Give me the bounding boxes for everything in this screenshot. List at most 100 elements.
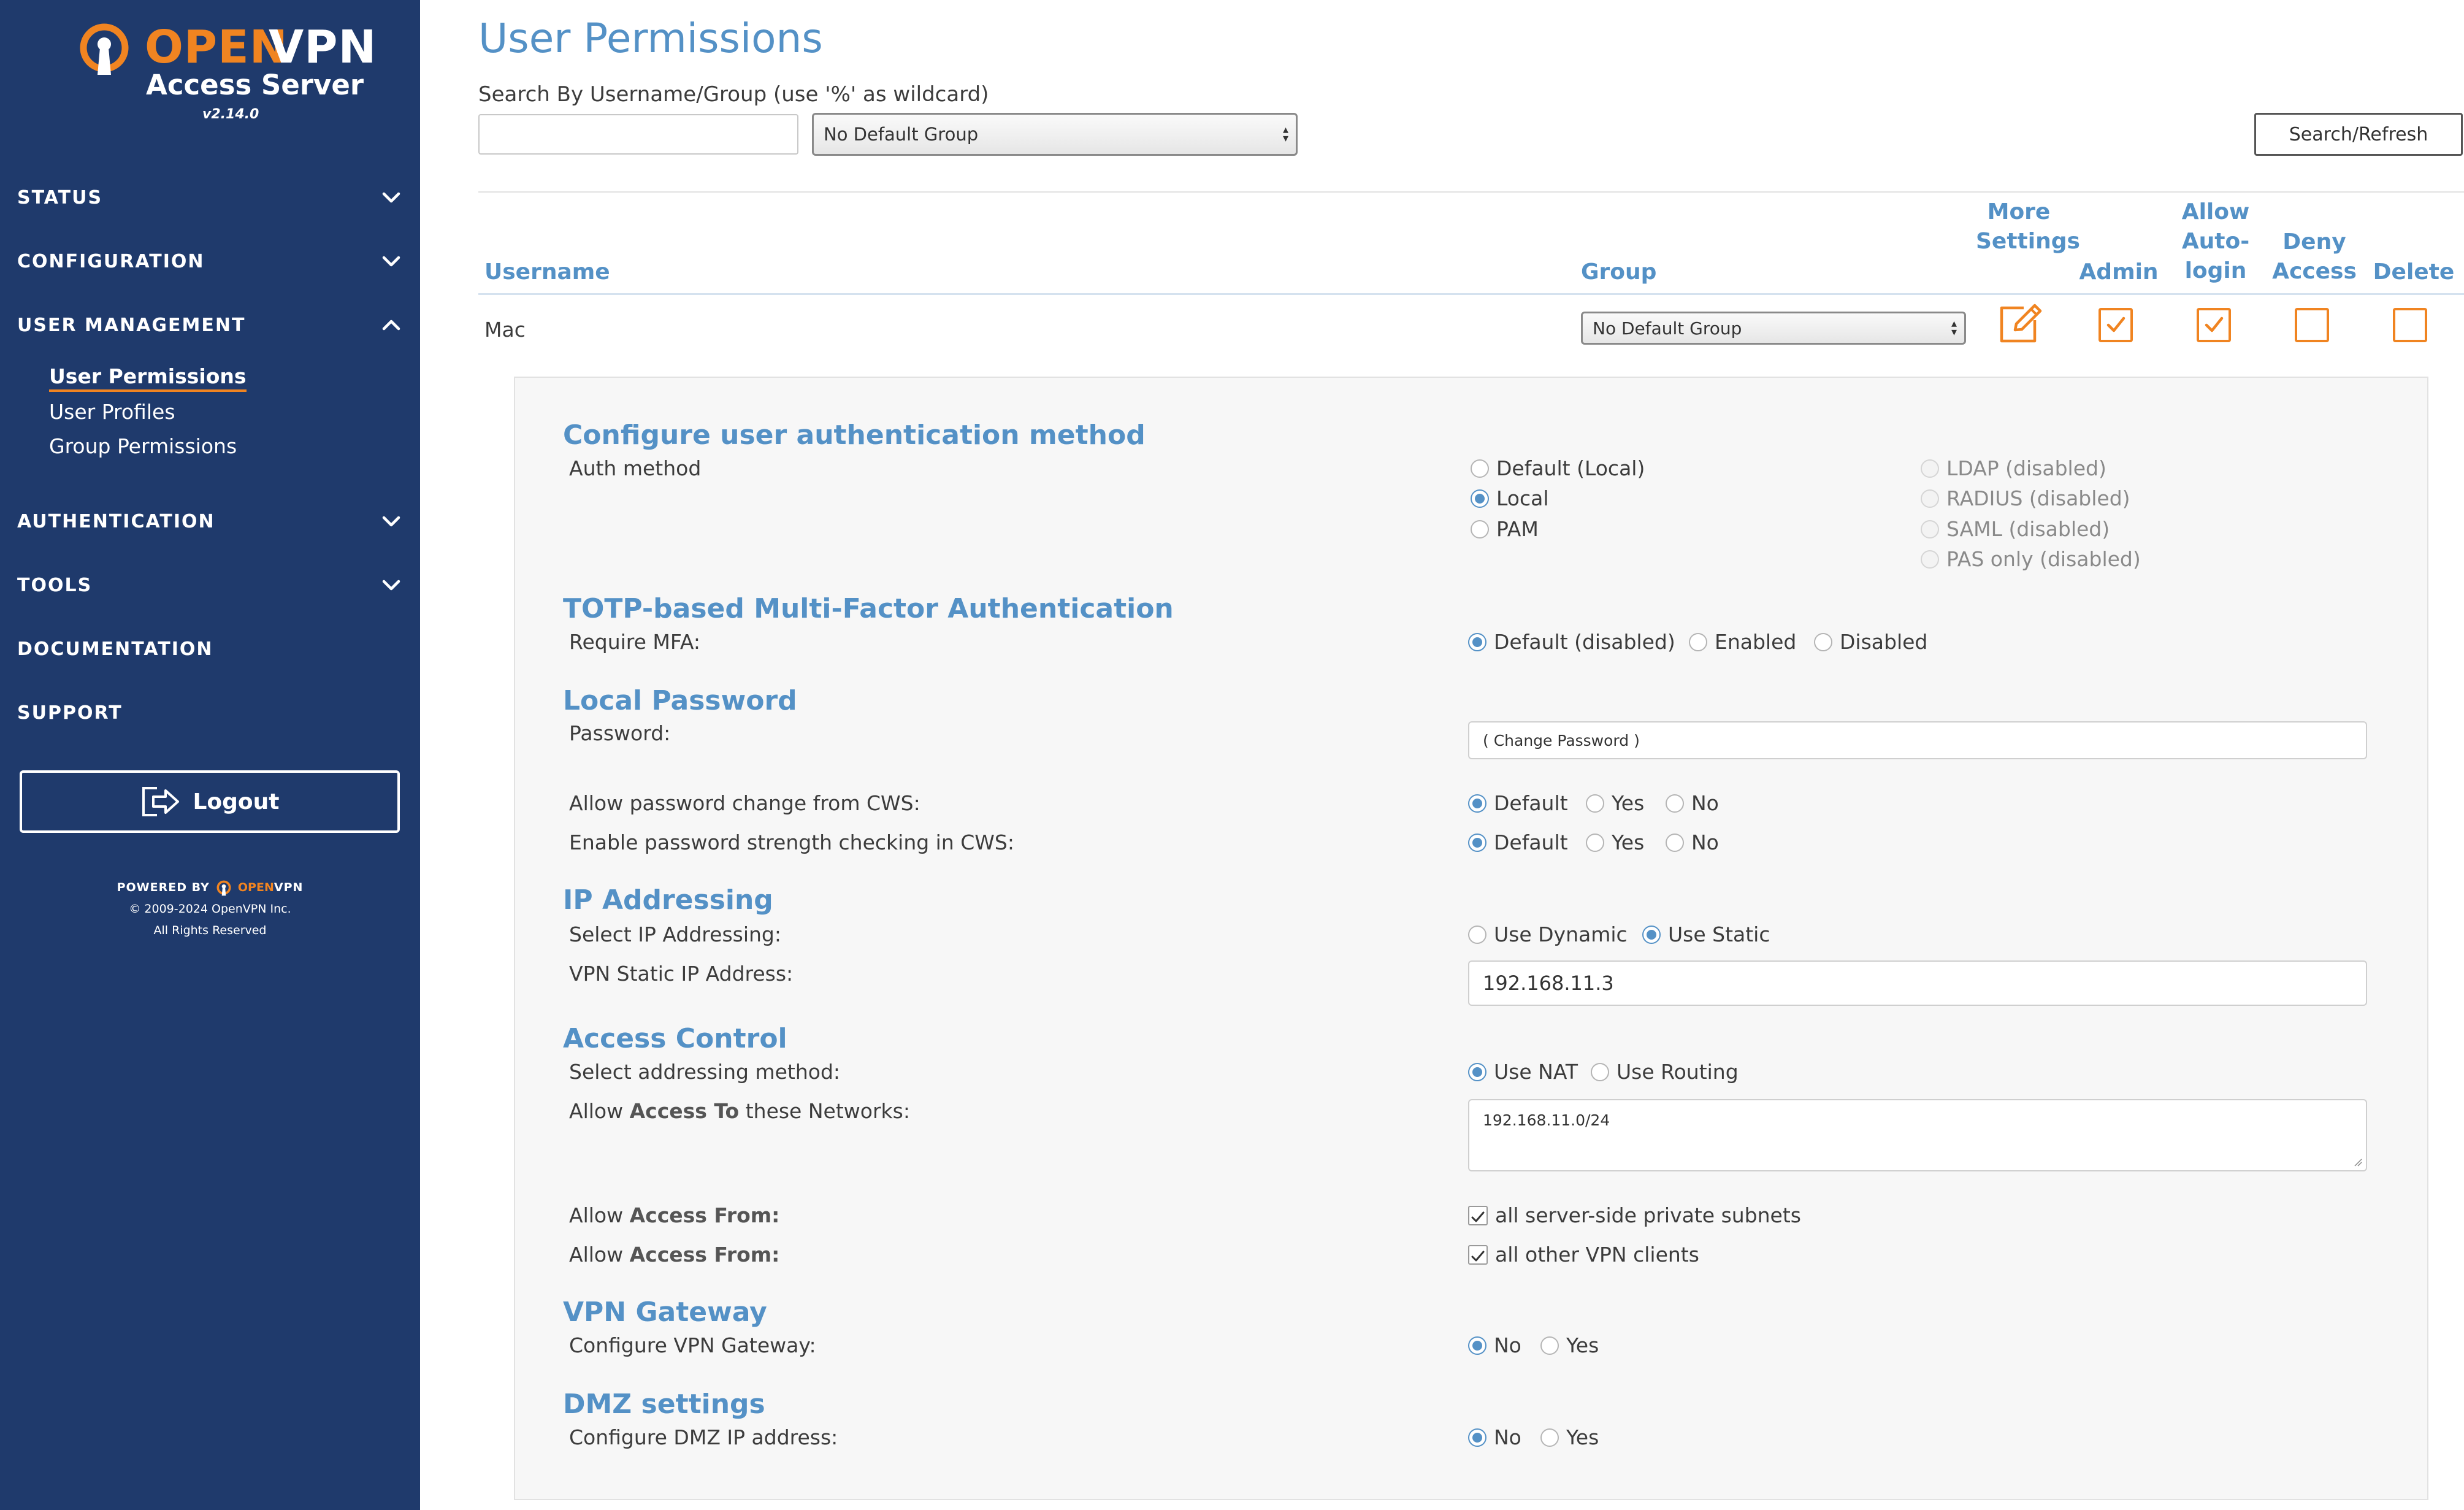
cws-change-label: Allow password change from CWS: bbox=[569, 791, 920, 815]
row-group-select[interactable]: No Default Group ▴ ▾ bbox=[1581, 312, 1966, 345]
logout-icon bbox=[142, 787, 180, 816]
radio-disabled bbox=[1921, 519, 1939, 538]
chevron-up-icon bbox=[382, 320, 400, 331]
option-label: Use Dynamic bbox=[1494, 922, 1628, 946]
cws-change-yes[interactable]: Yes bbox=[1586, 791, 1644, 815]
column-header-admin: Admin bbox=[2079, 259, 2159, 285]
cws-strength-default[interactable]: Default bbox=[1468, 830, 1568, 854]
mfa-option-enabled[interactable]: Enabled bbox=[1689, 630, 1796, 654]
footer-brand-vpn: VPN bbox=[274, 881, 304, 894]
option-label: Use Routing bbox=[1617, 1060, 1739, 1084]
cws-strength-no[interactable]: No bbox=[1666, 830, 1719, 854]
cws-strength-yes[interactable]: Yes bbox=[1586, 830, 1644, 854]
cws-change-no[interactable]: No bbox=[1666, 791, 1719, 815]
nav-tools[interactable]: TOOLS bbox=[17, 567, 404, 604]
ip-option-static[interactable]: Use Static bbox=[1642, 922, 1770, 946]
table-header-divider bbox=[478, 293, 2464, 295]
nav-documentation[interactable]: DOCUMENTATION bbox=[17, 630, 404, 667]
radio bbox=[1689, 632, 1707, 651]
sidebar: OPEN VPN Access Server v2.14.0 STATUS CO… bbox=[0, 0, 420, 1510]
auth-option-label: PAM bbox=[1496, 517, 1539, 541]
auth-option-pam[interactable]: PAM bbox=[1471, 517, 1539, 541]
radio-selected bbox=[1468, 632, 1486, 651]
nav-user-management-label: USER MANAGEMENT bbox=[17, 314, 246, 336]
radio bbox=[1814, 632, 1832, 651]
admin-checkbox[interactable] bbox=[2099, 308, 2133, 342]
radio bbox=[1586, 833, 1604, 852]
deny-access-checkbox[interactable] bbox=[2295, 308, 2329, 342]
access-option-nat[interactable]: Use NAT bbox=[1468, 1060, 1578, 1084]
radio bbox=[1468, 925, 1486, 944]
static-ip-value: 192.168.11.3 bbox=[1483, 972, 1614, 995]
radio-selected bbox=[1468, 1428, 1486, 1447]
row-group-value: No Default Group bbox=[1593, 318, 1742, 339]
subnav-user-permissions[interactable]: User Permissions bbox=[49, 364, 247, 392]
access-from-vpn-clients[interactable]: all other VPN clients bbox=[1468, 1243, 1699, 1267]
access-option-routing[interactable]: Use Routing bbox=[1591, 1060, 1739, 1084]
require-mfa-label: Require MFA: bbox=[569, 630, 700, 654]
logout-button[interactable]: Logout bbox=[20, 770, 400, 833]
mfa-option-disabled[interactable]: Disabled bbox=[1814, 630, 1927, 654]
delete-checkbox[interactable] bbox=[2393, 308, 2427, 342]
option-label: Use NAT bbox=[1494, 1060, 1578, 1084]
radio bbox=[1471, 459, 1489, 478]
radio bbox=[1591, 1062, 1609, 1081]
access-from-private-subnets[interactable]: all server-side private subnets bbox=[1468, 1203, 1801, 1227]
logo-text-vpn: VPN bbox=[269, 21, 377, 74]
option-label: No bbox=[1494, 1333, 1521, 1357]
search-refresh-button[interactable]: Search/Refresh bbox=[2254, 113, 2463, 156]
gateway-option-yes[interactable]: Yes bbox=[1540, 1333, 1599, 1357]
auth-option-radius: RADIUS (disabled) bbox=[1921, 486, 2130, 510]
nav-authentication-label: AUTHENTICATION bbox=[17, 510, 215, 532]
label-bold: Access To bbox=[629, 1099, 740, 1123]
column-header-group: Group bbox=[1581, 259, 1657, 285]
password-label: Password: bbox=[569, 721, 671, 745]
nav-configuration[interactable]: CONFIGURATION bbox=[17, 243, 404, 280]
nav-authentication[interactable]: AUTHENTICATION bbox=[17, 503, 404, 540]
option-label: all other VPN clients bbox=[1495, 1243, 1699, 1267]
chevron-down-icon bbox=[382, 516, 400, 527]
ip-option-dynamic[interactable]: Use Dynamic bbox=[1468, 922, 1628, 946]
radio bbox=[1666, 833, 1684, 852]
label-part: Allow bbox=[569, 1243, 630, 1267]
logo-text-open: OPEN bbox=[145, 21, 288, 74]
checkmark-icon bbox=[2205, 316, 2224, 332]
logo-product-name: Access Server bbox=[146, 69, 364, 101]
label-bold: Access From: bbox=[629, 1203, 780, 1227]
checkbox-checked bbox=[1468, 1205, 1488, 1225]
static-ip-input[interactable]: 192.168.11.3 bbox=[1468, 960, 2367, 1006]
nav-status[interactable]: STATUS bbox=[17, 179, 404, 216]
radio-selected bbox=[1471, 489, 1489, 508]
dmz-option-no[interactable]: No bbox=[1468, 1425, 1521, 1449]
password-field[interactable]: ( Change Password ) bbox=[1468, 721, 2367, 759]
gateway-label: Configure VPN Gateway: bbox=[569, 1333, 816, 1357]
search-input[interactable] bbox=[478, 114, 798, 155]
nav-support-label: SUPPORT bbox=[17, 702, 123, 724]
nav-user-management[interactable]: USER MANAGEMENT bbox=[17, 307, 404, 343]
cws-change-default[interactable]: Default bbox=[1468, 791, 1568, 815]
subnav-user-profiles[interactable]: User Profiles bbox=[49, 400, 175, 424]
radio bbox=[1666, 794, 1684, 813]
group-filter-select[interactable]: No Default Group ▴ ▾ bbox=[812, 113, 1298, 156]
radio-disabled bbox=[1921, 550, 1939, 569]
openvpn-logo[interactable]: OPEN VPN Access Server v2.14.0 bbox=[80, 21, 376, 128]
auth-option-default-local[interactable]: Default (Local) bbox=[1471, 456, 1645, 480]
mfa-option-label: Enabled bbox=[1715, 630, 1797, 654]
allow-access-to-label: Allow Access To these Networks: bbox=[569, 1099, 910, 1123]
networks-textarea[interactable]: 192.168.11.0/24 bbox=[1468, 1099, 2367, 1171]
resize-grip-icon[interactable] bbox=[2354, 1158, 2362, 1167]
mfa-option-label: Default (disabled) bbox=[1494, 630, 1675, 654]
section-title-gateway: VPN Gateway bbox=[563, 1297, 767, 1328]
mfa-option-default[interactable]: Default (disabled) bbox=[1468, 630, 1675, 654]
footer-brand-open: OPEN bbox=[237, 881, 274, 894]
nav-support[interactable]: SUPPORT bbox=[17, 694, 404, 731]
nav-status-label: STATUS bbox=[17, 186, 103, 209]
edit-more-settings-icon[interactable] bbox=[1997, 302, 2045, 346]
allow-autologin-checkbox[interactable] bbox=[2197, 308, 2231, 342]
subnav-group-permissions[interactable]: Group Permissions bbox=[49, 434, 237, 458]
label-bold: Access From: bbox=[629, 1243, 780, 1267]
dmz-option-yes[interactable]: Yes bbox=[1540, 1425, 1599, 1449]
gateway-option-no[interactable]: No bbox=[1468, 1333, 1521, 1357]
logout-label: Logout bbox=[193, 789, 280, 814]
auth-option-local[interactable]: Local bbox=[1471, 486, 1549, 510]
